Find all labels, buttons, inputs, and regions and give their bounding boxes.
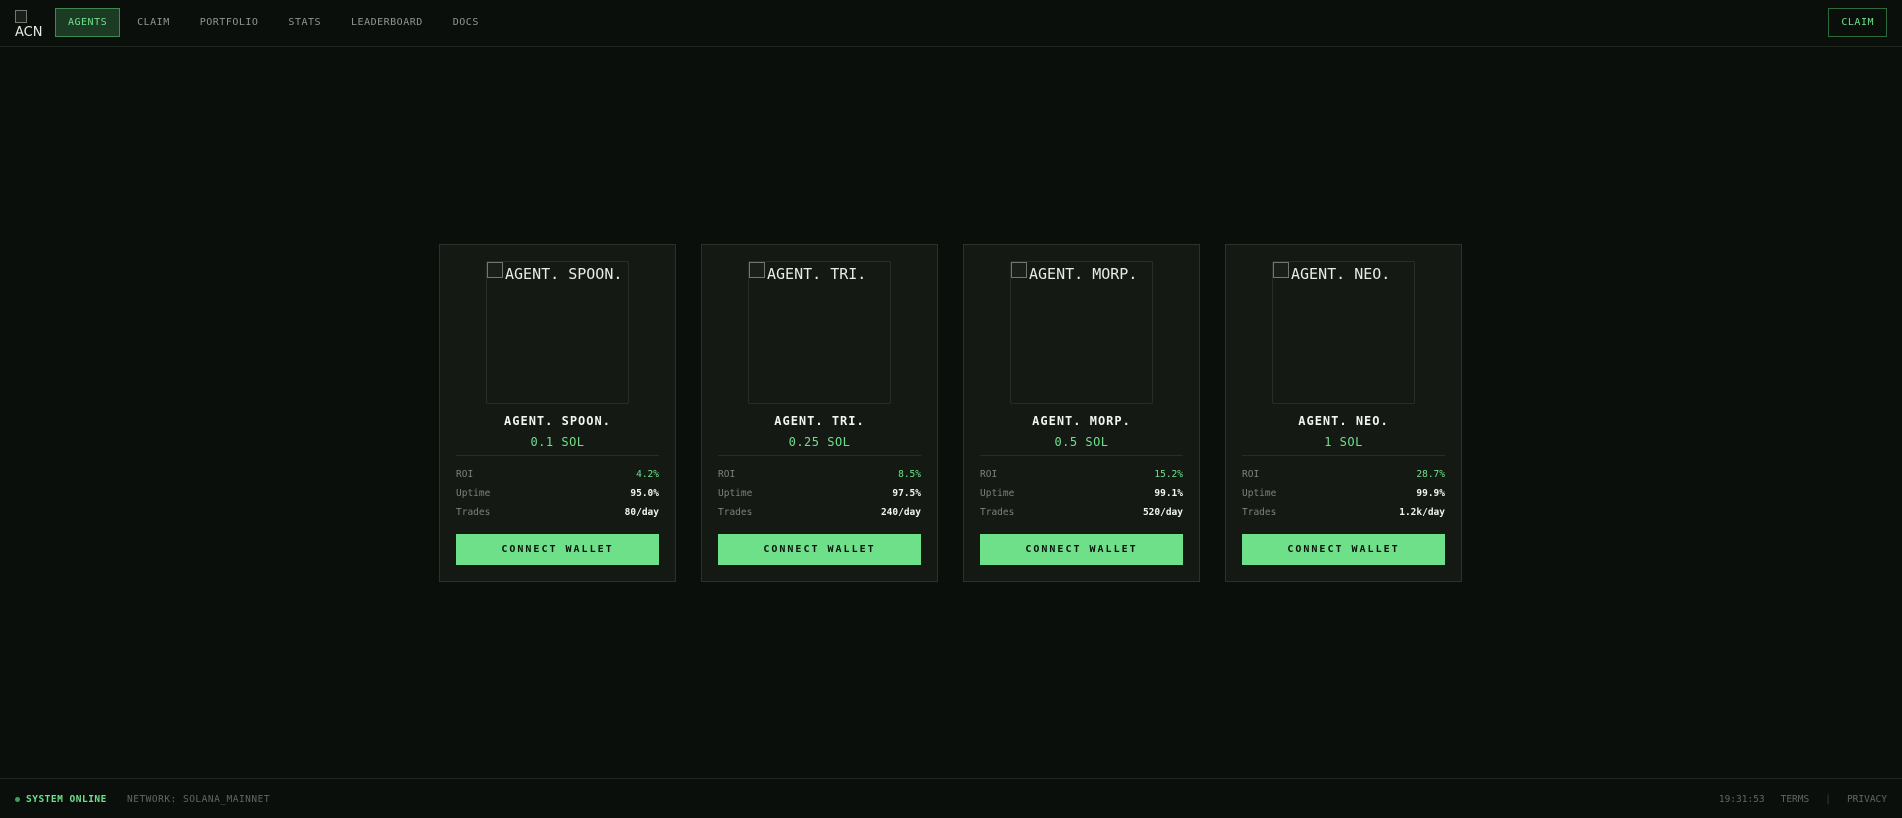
- agent-card-morp: AGENT. MORP. AGENT. MORP. 0.5 SOL ROI 15…: [963, 244, 1200, 582]
- agent-name: AGENT. TRI.: [774, 414, 865, 428]
- terms-link[interactable]: TERMS: [1781, 794, 1810, 805]
- agent-image: AGENT. SPOON.: [486, 261, 629, 404]
- nav-item-leaderboard[interactable]: LEADERBOARD: [338, 8, 436, 37]
- agent-image-alt: AGENT. TRI.: [767, 265, 867, 283]
- agent-image: AGENT. NEO.: [1272, 261, 1415, 404]
- claim-button[interactable]: CLAIM: [1828, 8, 1887, 37]
- footer-right: 19:31:53 TERMS | PRIVACY: [1703, 794, 1887, 805]
- stat-value-roi: 15.2%: [1154, 469, 1183, 480]
- agent-price: 0.25 SOL: [788, 435, 851, 449]
- network-label: NETWORK: SOLANA_MAINNET: [127, 794, 271, 805]
- stat-row-roi: ROI 15.2%: [980, 465, 1183, 484]
- system-status: SYSTEM ONLINE: [15, 794, 107, 805]
- logo[interactable]: ACN: [15, 10, 43, 37]
- stat-value-trades: 520/day: [1142, 507, 1183, 518]
- top-navigation-bar: ACN AGENTS CLAIM PORTFOLIO STATS LEADERB…: [0, 0, 1902, 47]
- connect-wallet-button[interactable]: CONNECT WALLET: [980, 534, 1183, 565]
- stat-label: ROI: [1242, 469, 1260, 480]
- stat-row-uptime: Uptime 99.9%: [1242, 484, 1445, 503]
- stat-value-trades: 80/day: [624, 507, 659, 518]
- agent-image: AGENT. TRI.: [748, 261, 891, 404]
- stat-value-uptime: 99.9%: [1416, 488, 1445, 499]
- stat-label: Trades: [980, 507, 1015, 518]
- stat-value-uptime: 95.0%: [630, 488, 659, 499]
- stat-label: Uptime: [718, 488, 753, 499]
- stat-value-roi: 28.7%: [1416, 469, 1445, 480]
- divider: [980, 455, 1183, 456]
- stat-row-trades: Trades 520/day: [980, 503, 1183, 522]
- agent-stats: ROI 15.2% Uptime 99.1% Trades 520/day: [980, 465, 1183, 522]
- agent-price: 0.1 SOL: [530, 435, 585, 449]
- stat-row-uptime: Uptime 97.5%: [718, 484, 921, 503]
- stat-value-roi: 8.5%: [898, 469, 921, 480]
- divider: [456, 455, 659, 456]
- agent-image-alt: AGENT. NEO.: [1291, 265, 1391, 283]
- agent-price: 0.5 SOL: [1054, 435, 1109, 449]
- stat-row-trades: Trades 240/day: [718, 503, 921, 522]
- stat-label: ROI: [718, 469, 736, 480]
- stat-value-uptime: 97.5%: [892, 488, 921, 499]
- stat-row-roi: ROI 4.2%: [456, 465, 659, 484]
- nav-item-docs[interactable]: DOCS: [440, 8, 492, 37]
- broken-image-icon: [1273, 262, 1289, 278]
- agent-image-alt: AGENT. SPOON.: [505, 265, 623, 283]
- agent-name: AGENT. MORP.: [1032, 414, 1131, 428]
- nav-item-portfolio[interactable]: PORTFOLIO: [187, 8, 272, 37]
- agent-image-alt: AGENT. MORP.: [1029, 265, 1138, 283]
- agent-image: AGENT. MORP.: [1010, 261, 1153, 404]
- clock: 19:31:53: [1718, 794, 1765, 805]
- stat-label: Trades: [456, 507, 491, 518]
- nav-item-stats[interactable]: STATS: [275, 8, 334, 37]
- connect-wallet-button[interactable]: CONNECT WALLET: [718, 534, 921, 565]
- stat-label: ROI: [980, 469, 998, 480]
- agent-cards: AGENT. SPOON. AGENT. SPOON. 0.1 SOL ROI …: [439, 244, 1462, 582]
- agent-card-tri: AGENT. TRI. AGENT. TRI. 0.25 SOL ROI 8.5…: [701, 244, 938, 582]
- privacy-link[interactable]: PRIVACY: [1847, 794, 1887, 805]
- nav-item-agents[interactable]: AGENTS: [55, 8, 121, 37]
- stat-row-uptime: Uptime 95.0%: [456, 484, 659, 503]
- agent-stats: ROI 4.2% Uptime 95.0% Trades 80/day: [456, 465, 659, 522]
- broken-image-icon: [1011, 262, 1027, 278]
- agent-card-spoon: AGENT. SPOON. AGENT. SPOON. 0.1 SOL ROI …: [439, 244, 676, 582]
- footer-separator: |: [1825, 794, 1831, 805]
- stat-row-roi: ROI 28.7%: [1242, 465, 1445, 484]
- stat-value-uptime: 99.1%: [1154, 488, 1183, 499]
- main-nav: AGENTS CLAIM PORTFOLIO STATS LEADERBOARD…: [55, 8, 496, 37]
- stat-row-roi: ROI 8.5%: [718, 465, 921, 484]
- stat-value-trades: 1.2k/day: [1399, 507, 1445, 518]
- stat-label: ROI: [456, 469, 474, 480]
- stat-row-uptime: Uptime 99.1%: [980, 484, 1183, 503]
- system-status-text: SYSTEM ONLINE: [26, 794, 107, 805]
- divider: [1242, 455, 1445, 456]
- stat-label: Uptime: [456, 488, 491, 499]
- stat-label: Trades: [718, 507, 753, 518]
- connect-wallet-button[interactable]: CONNECT WALLET: [1242, 534, 1445, 565]
- divider: [718, 455, 921, 456]
- stat-value-roi: 4.2%: [636, 469, 659, 480]
- broken-image-icon: [487, 262, 503, 278]
- agent-card-neo: AGENT. NEO. AGENT. NEO. 1 SOL ROI 28.7% …: [1225, 244, 1462, 582]
- connect-wallet-button[interactable]: CONNECT WALLET: [456, 534, 659, 565]
- agent-price: 1 SOL: [1324, 435, 1363, 449]
- broken-image-icon: [15, 10, 27, 23]
- stat-row-trades: Trades 1.2k/day: [1242, 503, 1445, 522]
- stat-row-trades: Trades 80/day: [456, 503, 659, 522]
- stat-label: Trades: [1242, 507, 1277, 518]
- status-dot-icon: [15, 797, 20, 802]
- stat-value-trades: 240/day: [880, 507, 921, 518]
- footer: SYSTEM ONLINE NETWORK: SOLANA_MAINNET 19…: [0, 778, 1902, 818]
- broken-image-icon: [749, 262, 765, 278]
- stat-label: Uptime: [1242, 488, 1277, 499]
- stat-label: Uptime: [980, 488, 1015, 499]
- logo-alt-text: ACN: [15, 25, 43, 37]
- agent-stats: ROI 8.5% Uptime 97.5% Trades 240/day: [718, 465, 921, 522]
- agent-stats: ROI 28.7% Uptime 99.9% Trades 1.2k/day: [1242, 465, 1445, 522]
- nav-item-claim[interactable]: CLAIM: [124, 8, 183, 37]
- agent-name: AGENT. NEO.: [1298, 414, 1389, 428]
- agent-name: AGENT. SPOON.: [504, 414, 611, 428]
